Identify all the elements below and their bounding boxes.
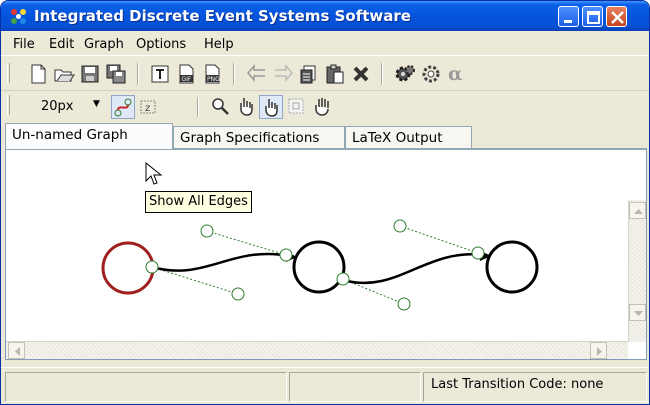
pointer-hand-icon[interactable] <box>259 95 283 119</box>
zoom-size-select[interactable]: 20px ▼ <box>33 97 105 117</box>
mouse-cursor-icon <box>145 162 163 185</box>
control-point[interactable] <box>336 272 350 286</box>
select-hand-icon[interactable] <box>235 95 259 119</box>
app-logo-icon <box>11 9 26 24</box>
chevron-down-icon: ▼ <box>93 99 100 109</box>
horizontal-scrollbar[interactable] <box>6 341 628 359</box>
control-point[interactable] <box>231 287 245 301</box>
menu-graph[interactable]: Graph <box>84 37 124 52</box>
maximize-icon <box>587 11 600 24</box>
text-icon[interactable] <box>148 62 172 86</box>
edge-2[interactable] <box>342 253 484 285</box>
control-point[interactable] <box>279 248 293 262</box>
chevron-up-icon <box>634 209 643 214</box>
status-bar: Last Transition Code: none <box>1 367 649 404</box>
graph-canvas[interactable] <box>6 150 628 340</box>
edge-control-line <box>151 266 239 295</box>
alpha-icon[interactable]: α <box>445 62 469 86</box>
state-2[interactable] <box>292 240 346 294</box>
zoom-size-value: 20px <box>41 99 74 114</box>
menu-file[interactable]: File <box>13 37 35 52</box>
label-z-icon[interactable]: z <box>137 95 161 119</box>
export-gif-icon[interactable]: GIF <box>174 62 198 86</box>
menu-options[interactable]: Options <box>136 37 186 52</box>
marquee-icon[interactable] <box>285 95 309 119</box>
menu-edit[interactable]: Edit <box>49 37 74 52</box>
app-window: Integrated Discrete Event Systems Softwa… <box>0 0 650 405</box>
maximize-button[interactable] <box>582 6 603 27</box>
status-cell-1 <box>5 372 287 402</box>
control-point[interactable] <box>471 246 485 260</box>
delete-icon[interactable] <box>349 62 373 86</box>
svg-text:GIF: GIF <box>182 76 192 83</box>
svg-text:z: z <box>145 103 150 114</box>
cogs-icon[interactable] <box>419 62 443 86</box>
edge-control-line <box>206 230 287 256</box>
undo-icon[interactable] <box>245 62 269 86</box>
menu-help[interactable]: Help <box>204 37 234 52</box>
new-file-icon[interactable] <box>26 62 50 86</box>
scroll-left-button[interactable] <box>8 342 25 359</box>
copy-icon[interactable] <box>297 62 321 86</box>
tab-un-named-graph[interactable]: Un-named Graph <box>5 123 173 149</box>
tab-graph-specifications[interactable]: Graph Specifications <box>173 126 345 149</box>
vertical-scrollbar[interactable] <box>628 200 646 342</box>
toolbar-separator <box>381 63 383 85</box>
tab-latex-output[interactable]: LaTeX Output <box>345 126 472 149</box>
toolbar-grip[interactable] <box>7 63 10 83</box>
control-point[interactable] <box>397 297 411 311</box>
scroll-down-button[interactable] <box>629 304 646 321</box>
scroll-up-button[interactable] <box>629 202 646 219</box>
zoom-icon[interactable] <box>209 95 233 119</box>
chevron-down-icon <box>634 311 643 316</box>
toolbar-grip[interactable] <box>7 95 10 115</box>
last-transition-code: Last Transition Code: none <box>431 377 604 392</box>
status-cell-2 <box>289 372 421 402</box>
control-point[interactable] <box>393 219 407 233</box>
open-folder-icon[interactable] <box>52 62 76 86</box>
scroll-right-button[interactable] <box>590 342 607 359</box>
toolbar-separator <box>197 97 199 117</box>
save-icon[interactable] <box>78 62 102 86</box>
window-title: Integrated Discrete Event Systems Softwa… <box>34 7 411 25</box>
tooltip: Show All Edges <box>145 191 252 213</box>
state-3[interactable] <box>485 240 539 294</box>
export-png-icon[interactable]: PNG <box>200 62 224 86</box>
redo-icon[interactable] <box>271 62 295 86</box>
chevron-left-icon <box>15 347 20 356</box>
state-initial[interactable] <box>101 241 155 295</box>
main-toolbar: GIF PNG α <box>1 57 649 91</box>
toolbar-separator <box>137 63 139 85</box>
control-point[interactable] <box>200 224 214 238</box>
chevron-right-icon <box>597 347 602 356</box>
toolbar-separator <box>233 63 235 85</box>
paste-icon[interactable] <box>323 62 347 86</box>
close-button[interactable] <box>606 6 627 27</box>
edge-1[interactable] <box>151 252 290 272</box>
edge-control-line <box>399 225 479 254</box>
close-icon <box>611 11 624 24</box>
control-point[interactable] <box>145 260 159 274</box>
minimize-icon <box>564 20 572 23</box>
minimize-button[interactable] <box>558 6 579 27</box>
svg-text:α: α <box>448 63 463 85</box>
show-all-edges-icon[interactable] <box>111 95 135 119</box>
tab-bar: Un-named Graph Graph Specifications LaTe… <box>1 121 649 149</box>
svg-text:PNG: PNG <box>207 76 220 83</box>
settings-gear-icon[interactable] <box>393 62 417 86</box>
save-all-icon[interactable] <box>104 62 128 86</box>
menu-bar: File Edit Graph Options Help <box>1 31 649 56</box>
move-hand-icon[interactable] <box>311 95 335 119</box>
title-bar[interactable]: Integrated Discrete Event Systems Softwa… <box>1 1 649 31</box>
graph-canvas-panel <box>5 148 647 360</box>
